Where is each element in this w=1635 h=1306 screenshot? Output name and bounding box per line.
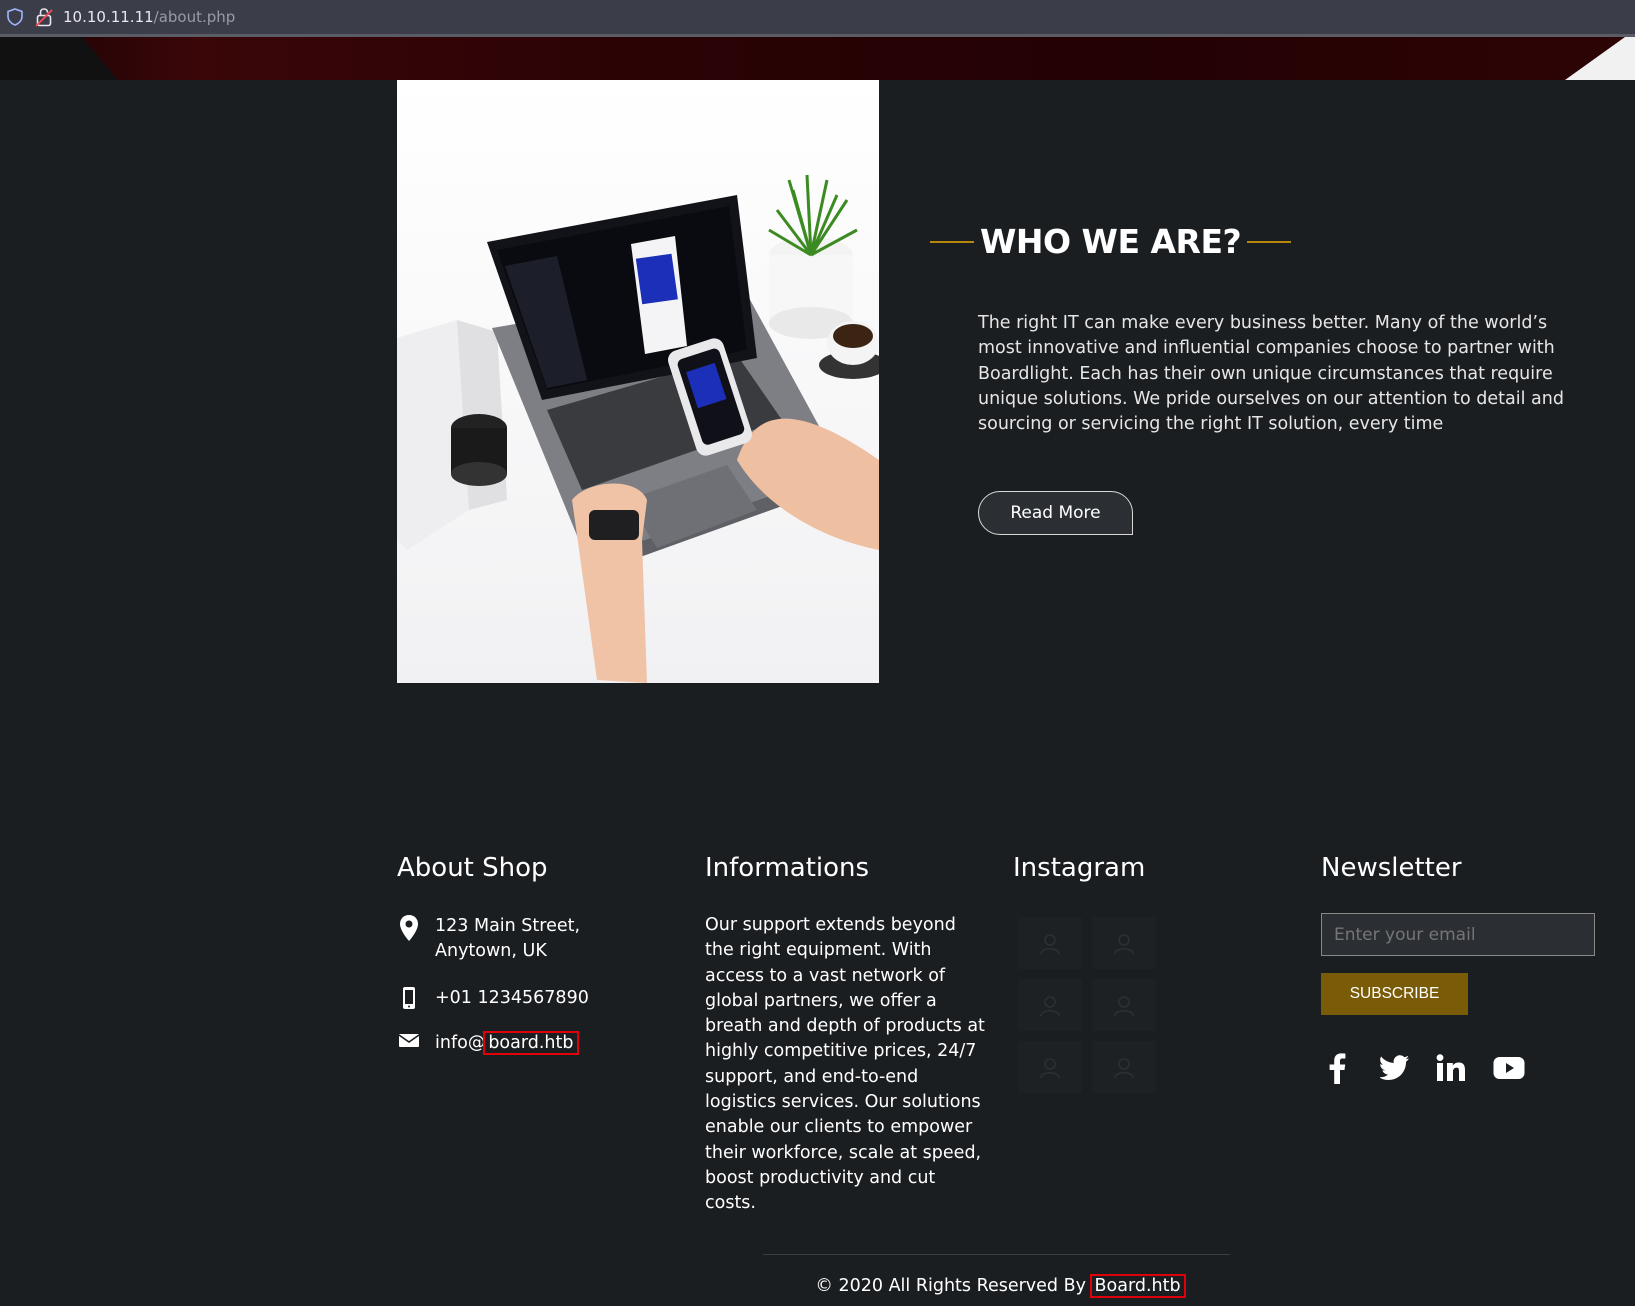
instagram-photo-placeholder[interactable]	[1018, 979, 1082, 1031]
laptop-photo-illustration	[397, 80, 879, 683]
copyright-brand-highlighted[interactable]: Board.htb	[1089, 1274, 1186, 1298]
linkedin-icon[interactable]	[1434, 1050, 1468, 1086]
address-line-1: 123 Main Street,	[435, 916, 581, 936]
address-line-2: Anytown, UK	[435, 941, 547, 961]
phone-number[interactable]: +01 1234567890	[435, 986, 589, 1011]
hero-banner-bottom	[0, 37, 1635, 80]
lock-insecure-icon[interactable]	[35, 7, 53, 27]
heading-right-rule	[1247, 240, 1292, 243]
mobile-phone-icon	[397, 986, 421, 1012]
map-marker-icon	[397, 914, 421, 941]
browser-url-bar[interactable]: 10.10.11.11/about.php	[0, 0, 1635, 37]
informations-title: Informations	[705, 853, 870, 883]
url-text[interactable]: 10.10.11.11/about.php	[63, 8, 235, 26]
about-heading-row: WHO WE ARE?	[930, 222, 1292, 261]
email-address[interactable]: info@ board.htb	[435, 1031, 579, 1056]
instagram-photo-placeholder[interactable]	[1092, 979, 1156, 1031]
about-image	[397, 80, 879, 683]
heading-left-rule	[930, 240, 974, 243]
read-more-button[interactable]: Read More	[978, 491, 1133, 535]
instagram-photo-placeholder[interactable]	[1092, 917, 1156, 969]
email-prefix: info@	[435, 1033, 486, 1053]
footer-divider	[763, 1254, 1230, 1255]
url-path: /about.php	[153, 8, 236, 26]
address-row: 123 Main Street, Anytown, UK	[397, 914, 580, 964]
url-host: 10.10.11.11	[63, 8, 154, 26]
instagram-grid	[1018, 917, 1156, 1093]
informations-paragraph: Our support extends beyond the right equ…	[705, 915, 985, 1214]
subscribe-button[interactable]: SUBSCRIBE	[1321, 973, 1468, 1015]
instagram-photo-placeholder[interactable]	[1018, 917, 1082, 969]
email-domain-highlighted: board.htb	[483, 1031, 579, 1055]
hero-light-wedge	[1565, 37, 1635, 80]
instagram-title: Instagram	[1013, 853, 1146, 883]
copyright: © 2020 All Rights Reserved By Board.htb	[0, 1274, 1635, 1298]
phone-row[interactable]: +01 1234567890	[397, 986, 589, 1012]
twitter-icon[interactable]	[1378, 1050, 1412, 1086]
copyright-text: © 2020 All Rights Reserved By	[815, 1276, 1092, 1296]
hero-dark-wedge	[0, 37, 119, 80]
envelope-icon	[397, 1031, 421, 1057]
facebook-icon[interactable]	[1320, 1050, 1354, 1086]
about-heading: WHO WE ARE?	[980, 222, 1242, 261]
about-paragraph: The right IT can make every business bet…	[978, 313, 1564, 435]
youtube-icon[interactable]	[1492, 1050, 1526, 1086]
instagram-photo-placeholder[interactable]	[1018, 1041, 1082, 1093]
instagram-photo-placeholder[interactable]	[1092, 1041, 1156, 1093]
shield-icon[interactable]	[6, 8, 24, 26]
newsletter-title: Newsletter	[1321, 853, 1462, 883]
newsletter-email-input[interactable]	[1321, 913, 1595, 956]
email-row[interactable]: info@ board.htb	[397, 1031, 579, 1057]
about-shop-title: About Shop	[397, 853, 548, 883]
